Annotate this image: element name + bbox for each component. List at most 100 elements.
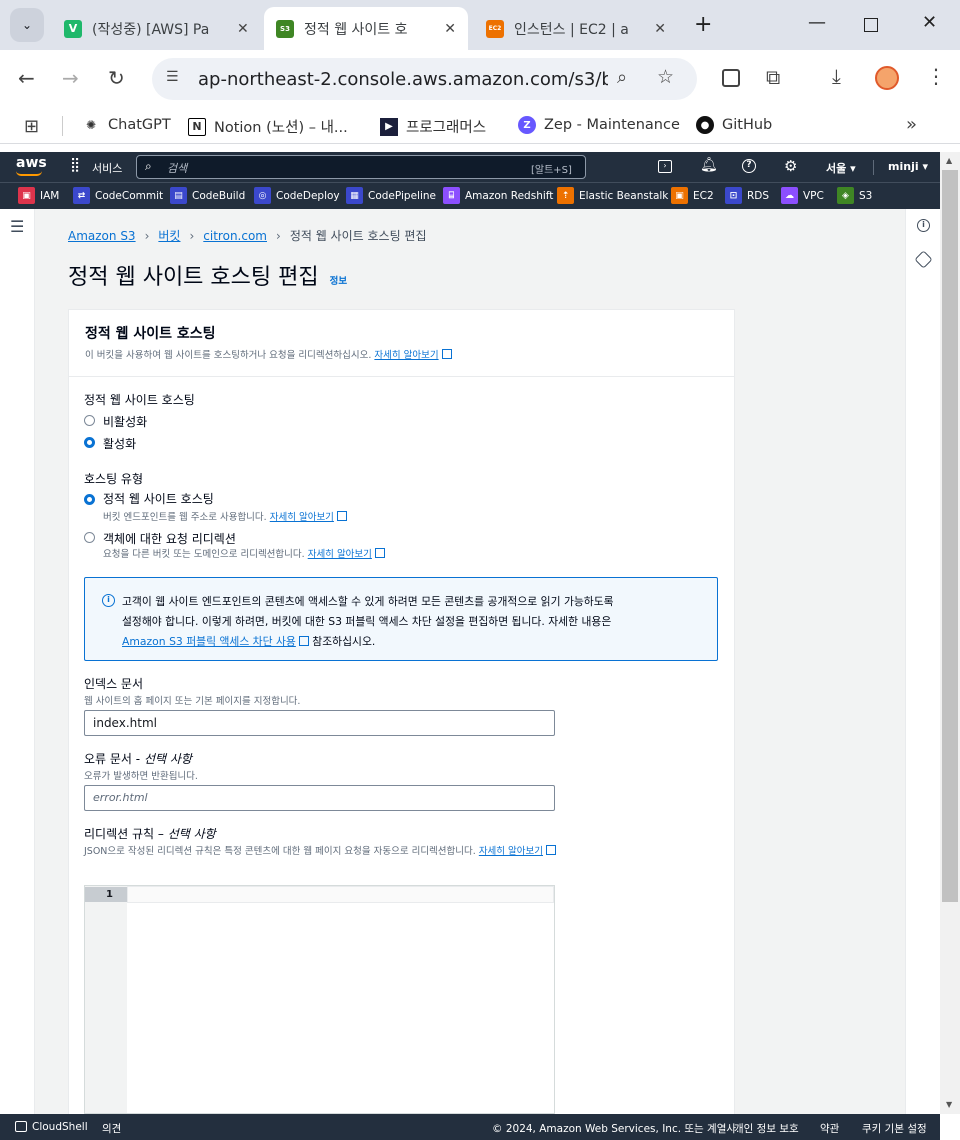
radio-redirect[interactable] xyxy=(84,532,95,543)
browser-tab-3[interactable]: EC2 인스턴스 | EC2 | a ✕ xyxy=(474,7,678,50)
help-icon[interactable]: ? xyxy=(742,159,756,173)
aws-footer: CloudShell 의견 © 2024, Amazon Web Service… xyxy=(0,1114,940,1140)
bookmark-zep[interactable]: Z Zep - Maintenance xyxy=(518,116,680,134)
download-icon[interactable]: ⤓ xyxy=(832,64,841,88)
forward-arrow-icon[interactable]: → xyxy=(62,66,79,90)
terms-link[interactable]: 약관 xyxy=(820,1121,839,1136)
more-bookmarks-icon[interactable]: » xyxy=(906,114,917,135)
notion-icon: N xyxy=(188,117,206,136)
radio-disable-label[interactable]: 비활성화 xyxy=(103,413,147,430)
maximize-icon[interactable] xyxy=(864,18,878,32)
scrollbar-thumb[interactable] xyxy=(942,170,958,902)
back-arrow-icon[interactable]: ← xyxy=(18,66,35,90)
json-code-editor[interactable]: 1 xyxy=(84,885,555,1114)
fav-elastic-beanstalk[interactable]: ⇡ Elastic Beanstalk xyxy=(557,187,668,204)
reload-icon[interactable]: ↻ xyxy=(108,66,125,90)
info-panel-icon[interactable]: i xyxy=(917,219,930,232)
address-bar[interactable]: ☰ ap-northeast-2.console.aws.amazon.com/… xyxy=(152,58,697,100)
page-scrollbar[interactable]: ▲ ▼ xyxy=(940,152,960,1114)
url-text[interactable]: ap-northeast-2.console.aws.amazon.com/s3… xyxy=(198,69,608,90)
close-window-icon[interactable]: ✕ xyxy=(922,12,937,33)
error-doc-label-text: 오류 문서 - xyxy=(84,752,144,766)
scroll-down-arrow-icon[interactable]: ▼ xyxy=(946,1100,952,1109)
new-tab-plus-icon[interactable]: + xyxy=(694,12,712,37)
fav-redshift[interactable]: ⌸ Amazon Redshift xyxy=(443,187,553,204)
radio-static-label[interactable]: 정적 웹 사이트 호스팅 xyxy=(103,490,214,507)
breadcrumb-buckets[interactable]: 버킷 xyxy=(158,227,180,244)
fav-iam[interactable]: ▣ IAM xyxy=(18,187,59,204)
close-icon[interactable]: ✕ xyxy=(654,21,666,37)
cookie-preferences-link[interactable]: 쿠키 기본 설정 xyxy=(862,1121,927,1136)
breadcrumb-amazon-s3[interactable]: Amazon S3 xyxy=(68,229,136,243)
radio-enable[interactable] xyxy=(84,437,95,448)
hosting-label: 정적 웹 사이트 호스팅 xyxy=(84,393,195,407)
settings-gear-icon[interactable]: ⚙ xyxy=(784,157,797,175)
block-public-access-link[interactable]: Amazon S3 퍼블릭 액세스 차단 사용 xyxy=(122,635,296,648)
browser-tab-2[interactable]: S3 정적 웹 사이트 호 ✕ xyxy=(264,7,468,50)
zoom-icon[interactable]: ⌕ xyxy=(617,67,627,88)
apps-grid-icon[interactable]: ⊞ xyxy=(24,116,39,137)
radio-redirect-label[interactable]: 객체에 대한 요청 리디렉션 xyxy=(103,530,236,547)
fav-ec2[interactable]: ▣ EC2 xyxy=(671,187,714,204)
fav-codecommit[interactable]: ⇄ CodeCommit xyxy=(73,187,163,204)
tab-title: 인스턴스 | EC2 | a xyxy=(514,21,629,38)
browser-tab-1[interactable]: V (작성중) [AWS] Pa ✕ xyxy=(52,7,262,50)
services-grid-icon[interactable]: ⣿ xyxy=(70,157,80,173)
minimize-icon[interactable]: — xyxy=(808,12,826,33)
learn-more-link[interactable]: 자세히 알아보기 xyxy=(270,512,334,523)
profile-avatar[interactable] xyxy=(875,66,899,90)
bookmark-label: GitHub xyxy=(722,117,773,133)
extensions-puzzle-icon[interactable]: ⧉ xyxy=(766,65,780,89)
s3-icon: ◈ xyxy=(837,187,854,204)
bookmarks-bar: ⊞ ✺ ChatGPT N Notion (노션) – 내... ▶ 프로그래머… xyxy=(0,108,960,144)
fav-codebuild[interactable]: ▤ CodeBuild xyxy=(170,187,245,204)
bookmark-github[interactable]: ● GitHub xyxy=(696,116,772,134)
fav-rds[interactable]: ⊡ RDS xyxy=(725,187,769,204)
radio-static-hosting[interactable] xyxy=(84,494,95,505)
cloudshell-button[interactable]: CloudShell xyxy=(32,1121,88,1133)
hamburger-menu-icon[interactable]: ☰ xyxy=(10,217,24,236)
redirect-rules-desc: JSON으로 작성된 리디렉션 규칙은 특정 콘텐츠에 대한 웹 페이지 요청을… xyxy=(84,843,557,857)
extension-box-icon[interactable] xyxy=(722,69,740,87)
learn-more-link[interactable]: 자세히 알아보기 xyxy=(479,846,543,857)
optional-tag: 선택 사항 xyxy=(143,752,192,766)
scroll-up-arrow-icon[interactable]: ▲ xyxy=(946,156,952,165)
fav-codedeploy[interactable]: ◎ CodeDeploy xyxy=(254,187,340,204)
cloudshell-icon[interactable]: › xyxy=(658,160,672,173)
learn-more-link[interactable]: 자세히 알아보기 xyxy=(308,549,372,560)
services-menu[interactable]: 서비스 xyxy=(92,160,122,176)
index-doc-input[interactable]: index.html xyxy=(84,710,555,736)
feedback-button[interactable]: 의견 xyxy=(102,1121,121,1136)
radio-disable[interactable] xyxy=(84,415,95,426)
fav-label: Amazon Redshift xyxy=(465,189,554,202)
tutorial-icon[interactable] xyxy=(914,250,933,269)
programmers-icon: ▶ xyxy=(380,117,398,136)
close-icon[interactable]: ✕ xyxy=(444,21,456,37)
fav-s3[interactable]: ◈ S3 xyxy=(837,187,872,204)
breadcrumb-bucket[interactable]: citron.com xyxy=(203,229,267,243)
tab-search-button[interactable]: ⌄ xyxy=(10,8,44,42)
fav-codepipeline[interactable]: ▦ CodePipeline xyxy=(346,187,436,204)
privacy-link[interactable]: 개인 정보 보호 xyxy=(734,1121,799,1136)
notification-bell-icon[interactable]: 🔔︎ xyxy=(700,157,718,173)
info-link[interactable]: 정보 xyxy=(330,276,347,287)
bookmark-programmers[interactable]: ▶ 프로그래머스 xyxy=(380,116,486,137)
region-selector[interactable]: 서울 ▾ xyxy=(826,160,856,176)
aws-search-input[interactable]: ⌕ 검색 [알트+S] xyxy=(136,155,586,179)
radio-enable-label[interactable]: 활성화 xyxy=(103,435,136,452)
aws-logo[interactable]: aws xyxy=(16,155,47,171)
bookmark-chatgpt[interactable]: ✺ ChatGPT xyxy=(82,116,171,134)
account-menu[interactable]: minji ▾ xyxy=(888,160,928,173)
bookmark-star-icon[interactable]: ☆ xyxy=(657,66,674,88)
bookmark-notion[interactable]: N Notion (노션) – 내... xyxy=(188,116,348,137)
site-settings-icon[interactable]: ☰ xyxy=(166,69,179,85)
fav-vpc[interactable]: ☁ VPC xyxy=(781,187,824,204)
error-doc-input[interactable]: error.html xyxy=(84,785,555,811)
menu-dots-icon[interactable]: ⋮ xyxy=(926,64,946,88)
active-line xyxy=(127,886,554,903)
fav-label: EC2 xyxy=(693,189,714,202)
close-icon[interactable]: ✕ xyxy=(237,21,249,37)
codecommit-icon: ⇄ xyxy=(73,187,90,204)
user-label: minji xyxy=(888,160,919,173)
learn-more-link[interactable]: 자세히 알아보기 xyxy=(374,350,438,361)
